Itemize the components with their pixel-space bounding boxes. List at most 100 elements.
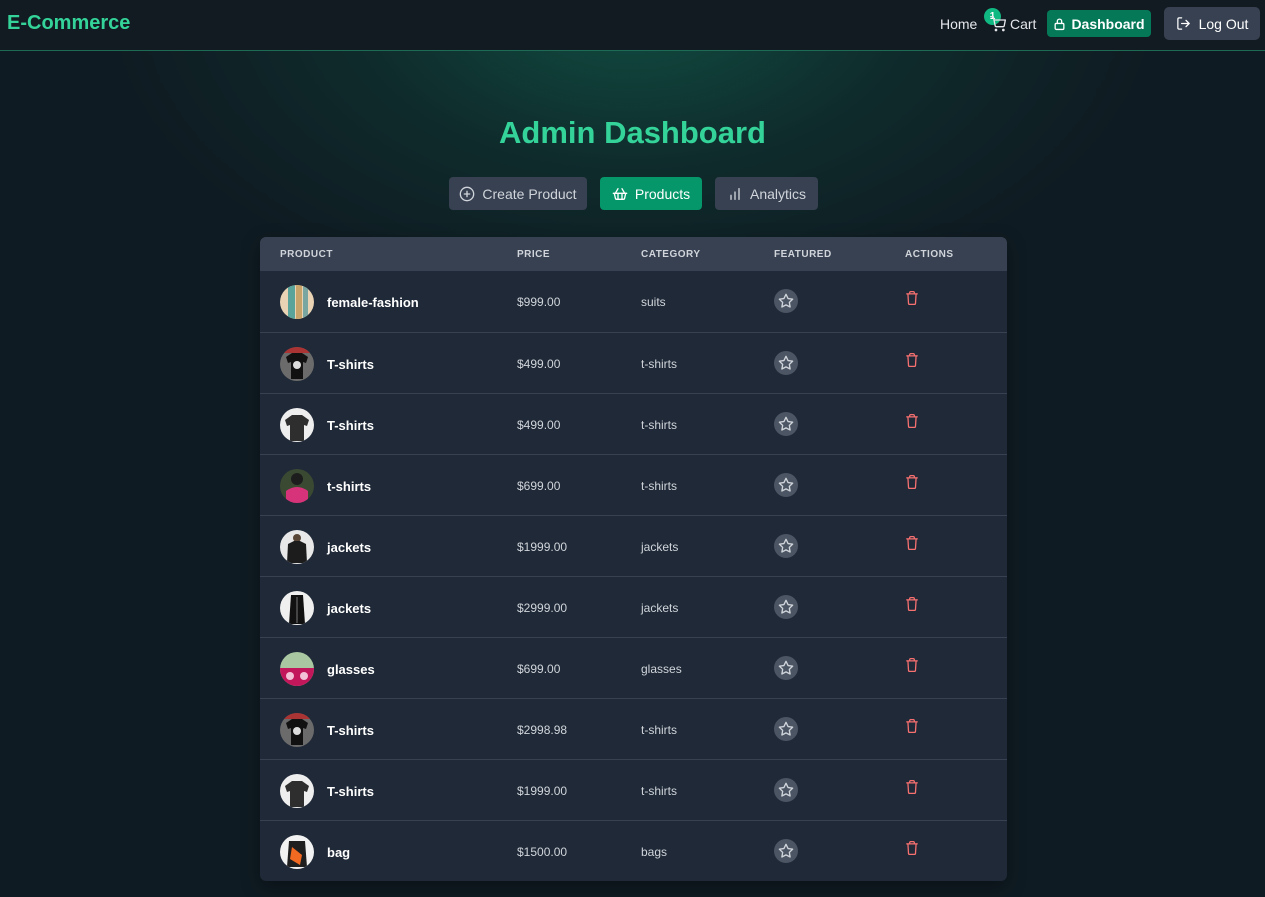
product-name: female-fashion bbox=[327, 295, 419, 310]
product-thumbnail bbox=[280, 408, 314, 442]
star-icon bbox=[778, 843, 794, 858]
logout-button[interactable]: Log Out bbox=[1164, 7, 1260, 40]
product-category: t-shirts bbox=[641, 357, 677, 371]
trash-icon bbox=[906, 840, 918, 856]
dashboard-button[interactable]: Dashboard bbox=[1047, 10, 1151, 37]
table-row: T-shirts $2998.98 t-shirts bbox=[260, 698, 1007, 759]
product-price: $699.00 bbox=[517, 662, 561, 676]
product-thumbnail bbox=[280, 347, 314, 381]
tab-products[interactable]: Products bbox=[600, 177, 702, 210]
trash-icon bbox=[906, 718, 918, 734]
trash-icon bbox=[906, 352, 918, 368]
product-price: $1999.00 bbox=[517, 540, 568, 554]
column-header-price: PRICE bbox=[517, 249, 551, 260]
product-name: bag bbox=[327, 845, 351, 860]
page-title: Admin Dashboard bbox=[499, 115, 766, 150]
star-icon bbox=[778, 599, 794, 614]
logout-label: Log Out bbox=[1198, 15, 1249, 32]
product-category: t-shirts bbox=[641, 479, 677, 493]
column-header-actions: ACTIONS bbox=[905, 249, 954, 260]
product-name: T-shirts bbox=[327, 357, 374, 372]
product-thumbnail bbox=[280, 591, 314, 625]
product-price: $2999.00 bbox=[517, 601, 568, 615]
trash-icon bbox=[906, 413, 918, 429]
dashboard-label: Dashboard bbox=[1071, 15, 1145, 32]
tab-analytics[interactable]: Analytics bbox=[715, 177, 818, 210]
delete-product-button[interactable] bbox=[905, 474, 921, 492]
delete-product-button[interactable] bbox=[905, 535, 921, 553]
tab-create-product-label: Create Product bbox=[482, 185, 577, 202]
star-icon bbox=[778, 660, 794, 675]
logout-icon bbox=[1176, 17, 1190, 30]
product-category: t-shirts bbox=[641, 418, 677, 432]
toggle-featured-button[interactable] bbox=[774, 351, 798, 375]
dashboard-tabs: Create Product Products Analytics bbox=[0, 177, 1265, 210]
tab-create-product[interactable]: Create Product bbox=[449, 177, 587, 210]
star-icon bbox=[778, 721, 794, 736]
trash-icon bbox=[906, 535, 918, 551]
product-price: $699.00 bbox=[517, 479, 561, 493]
delete-product-button[interactable] bbox=[905, 840, 921, 858]
star-icon bbox=[778, 355, 794, 370]
table-row: glasses $699.00 glasses bbox=[260, 637, 1007, 698]
toggle-featured-button[interactable] bbox=[774, 473, 798, 497]
trash-icon bbox=[906, 474, 918, 490]
toggle-featured-button[interactable] bbox=[774, 717, 798, 741]
product-category: t-shirts bbox=[641, 784, 677, 798]
product-price: $1500.00 bbox=[517, 845, 568, 859]
toggle-featured-button[interactable] bbox=[774, 595, 798, 619]
trash-icon bbox=[906, 657, 918, 673]
delete-product-button[interactable] bbox=[905, 596, 921, 614]
table-row: bag $1500.00 bags bbox=[260, 820, 1007, 881]
plus-circle-icon bbox=[460, 186, 475, 201]
bar-chart-icon bbox=[730, 187, 740, 200]
star-icon bbox=[778, 293, 794, 308]
product-price: $2998.98 bbox=[517, 723, 568, 737]
product-thumbnail bbox=[280, 530, 314, 564]
delete-product-button[interactable] bbox=[905, 290, 921, 308]
product-name: T-shirts bbox=[327, 418, 374, 433]
table-row: jackets $2999.00 jackets bbox=[260, 576, 1007, 637]
product-thumbnail bbox=[280, 835, 314, 869]
delete-product-button[interactable] bbox=[905, 657, 921, 675]
toggle-featured-button[interactable] bbox=[774, 534, 798, 558]
product-thumbnail bbox=[280, 713, 314, 747]
lock-icon bbox=[1054, 17, 1065, 30]
product-name: T-shirts bbox=[327, 784, 374, 799]
product-category: jackets bbox=[641, 540, 679, 554]
trash-icon bbox=[906, 290, 918, 306]
product-thumbnail bbox=[280, 285, 314, 319]
toggle-featured-button[interactable] bbox=[774, 839, 798, 863]
product-name: jackets bbox=[327, 540, 372, 555]
toggle-featured-button[interactable] bbox=[774, 656, 798, 680]
product-name: t-shirts bbox=[327, 479, 372, 494]
product-price: $499.00 bbox=[517, 418, 561, 432]
nav-home-link[interactable]: Home bbox=[940, 16, 977, 32]
star-icon bbox=[778, 538, 794, 553]
toggle-featured-button[interactable] bbox=[774, 289, 798, 313]
trash-icon bbox=[906, 779, 918, 795]
table-row: female-fashion $999.00 suits bbox=[260, 271, 1007, 332]
cart-label: Cart bbox=[1010, 16, 1037, 32]
products-table: PRODUCT PRICE CATEGORY FEATURED ACTIONS … bbox=[260, 237, 1007, 881]
tab-analytics-label: Analytics bbox=[749, 185, 807, 202]
product-category: bags bbox=[641, 845, 668, 859]
product-price: $1999.00 bbox=[517, 784, 568, 798]
product-category: jackets bbox=[641, 601, 679, 615]
product-name: glasses bbox=[327, 662, 375, 677]
product-thumbnail bbox=[280, 469, 314, 503]
tab-products-label: Products bbox=[634, 185, 691, 202]
star-icon bbox=[778, 782, 794, 797]
nav-cart-link[interactable]: Cart bbox=[990, 16, 1036, 32]
delete-product-button[interactable] bbox=[905, 779, 921, 797]
delete-product-button[interactable] bbox=[905, 718, 921, 736]
basket-icon bbox=[612, 187, 628, 200]
cart-icon bbox=[990, 16, 1006, 32]
toggle-featured-button[interactable] bbox=[774, 412, 798, 436]
delete-product-button[interactable] bbox=[905, 352, 921, 370]
top-navbar: E-Commerce Home 1 Cart Dashboard Log Out bbox=[0, 0, 1265, 51]
delete-product-button[interactable] bbox=[905, 413, 921, 431]
toggle-featured-button[interactable] bbox=[774, 778, 798, 802]
brand-logo[interactable]: E-Commerce bbox=[7, 12, 130, 35]
star-icon bbox=[778, 416, 794, 431]
